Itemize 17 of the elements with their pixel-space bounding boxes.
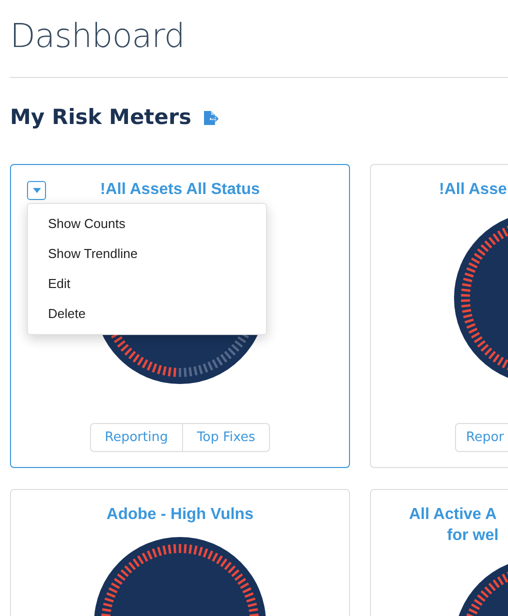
card-title[interactable]: !All Assets All Status [11, 179, 349, 200]
card-action-button[interactable]: Repor [455, 423, 508, 452]
menu-item[interactable]: Edit [28, 269, 266, 299]
caret-icon [32, 188, 40, 193]
card-action-button[interactable]: Reporting [90, 423, 183, 452]
menu-toggle[interactable] [27, 181, 46, 200]
section-title: My Risk Meters [10, 104, 192, 130]
menu-item[interactable]: Show Trendline [28, 239, 266, 269]
page-title: Dashboard [10, 15, 186, 56]
card-action-button[interactable]: Top Fixes [182, 423, 270, 452]
export-icon[interactable] [203, 110, 220, 126]
card-title[interactable]: for wel [371, 525, 508, 546]
card-title[interactable]: All Active A [371, 504, 508, 525]
card-title[interactable]: !All Asse [371, 179, 508, 200]
menu-item[interactable]: Show Counts [28, 209, 266, 239]
card-title[interactable]: Adobe - High Vulns [11, 504, 349, 525]
menu-item[interactable]: Delete [28, 299, 266, 329]
